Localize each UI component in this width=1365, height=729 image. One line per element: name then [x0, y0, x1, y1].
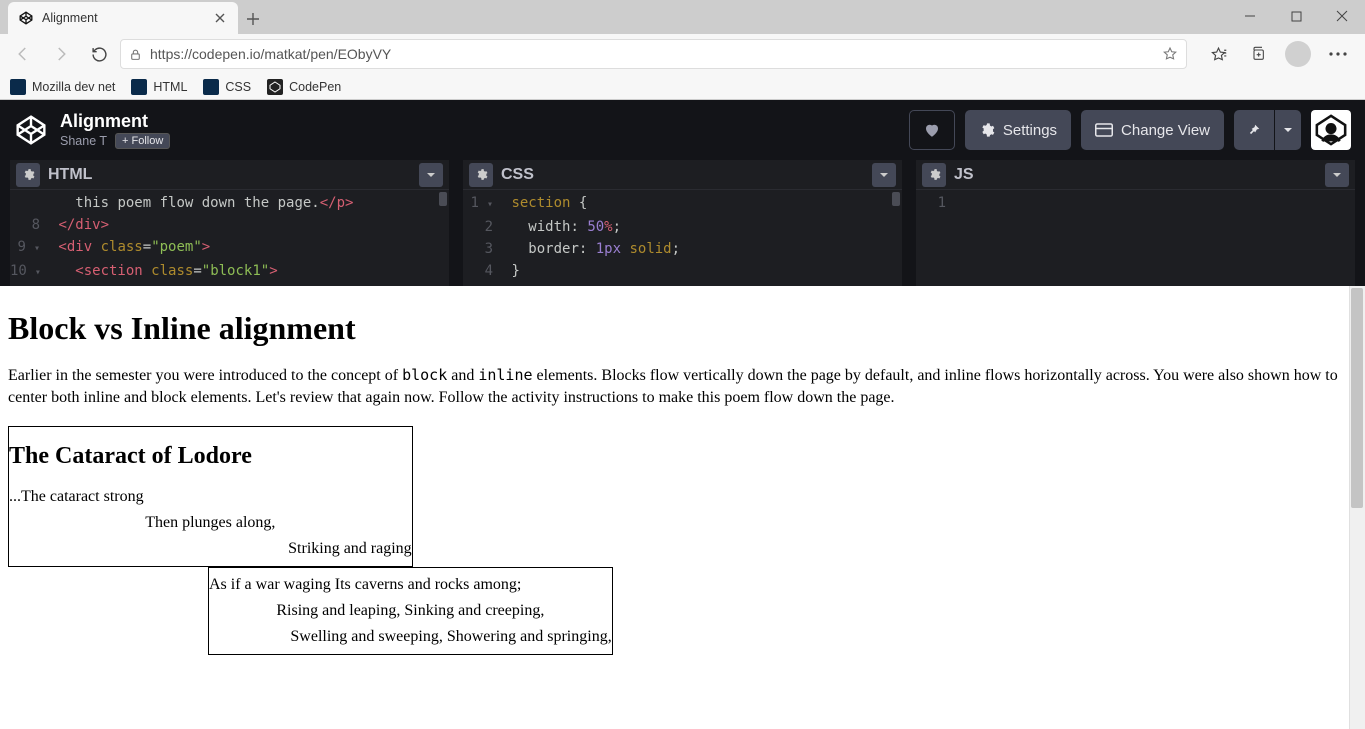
pin-button[interactable] — [1234, 110, 1274, 150]
header-actions: Settings Change View — [909, 110, 1351, 150]
poem-line: Striking and raging — [9, 540, 412, 558]
collections-icon[interactable] — [1239, 38, 1277, 70]
pin-dropdown[interactable] — [1275, 110, 1301, 150]
scrollbar-thumb[interactable] — [1351, 288, 1363, 508]
pane-chevron-icon[interactable] — [419, 163, 443, 187]
codepen-favicon — [267, 79, 283, 95]
pin-splitbutton — [1234, 110, 1301, 150]
html-code[interactable]: this poem flow down the page.</p> 8 </di… — [10, 190, 449, 286]
bookmark-codepen[interactable]: CodePen — [267, 79, 341, 95]
favorite-icon[interactable] — [1162, 46, 1178, 62]
poem-block-2: As if a war waging Its caverns and rocks… — [208, 567, 613, 655]
bookmark-label: CSS — [225, 80, 251, 94]
new-tab-button[interactable] — [238, 4, 268, 34]
preview-body[interactable]: Block vs Inline alignment Earlier in the… — [0, 286, 1365, 729]
bookmark-label: CodePen — [289, 80, 341, 94]
url-text: https://codepen.io/matkat/pen/EObyVY — [150, 46, 1154, 62]
codepen-logo[interactable] — [14, 113, 48, 147]
result-preview: Block vs Inline alignment Earlier in the… — [0, 286, 1365, 729]
bookmark-html[interactable]: HTML — [131, 79, 187, 95]
pane-chevron-icon[interactable] — [872, 163, 896, 187]
pen-author[interactable]: Shane T — [60, 134, 107, 148]
poem-line: Rising and leaping, Sinking and creeping… — [209, 602, 612, 620]
love-button[interactable] — [909, 110, 955, 150]
poem: The Cataract of Lodore ...The cataract s… — [8, 426, 1357, 655]
codepen-header: Alignment Shane T + Follow Settings Chan… — [0, 100, 1365, 160]
window-controls — [1227, 0, 1365, 34]
mdn-favicon — [131, 79, 147, 95]
pane-chevron-icon[interactable] — [1325, 163, 1349, 187]
profile-button[interactable] — [1279, 38, 1317, 70]
settings-label: Settings — [1003, 122, 1057, 139]
minimize-button[interactable] — [1227, 0, 1273, 32]
mdn-favicon — [203, 79, 219, 95]
pane-head-html: HTML — [10, 160, 449, 190]
browser-chrome: Alignment https://codepen.io/matkat/pen/… — [0, 0, 1365, 100]
pane-head-js: JS — [916, 160, 1355, 190]
poem-line: As if a war waging Its caverns and rocks… — [209, 576, 612, 594]
pane-settings-icon[interactable] — [469, 163, 493, 187]
preview-paragraph: Earlier in the semester you were introdu… — [8, 365, 1357, 408]
close-window-button[interactable] — [1319, 0, 1365, 32]
bookmarks-bar: Mozilla dev net HTML CSS CodePen — [0, 74, 1365, 100]
codepen-favicon — [18, 10, 34, 26]
poem-line: Then plunges along, — [9, 514, 412, 532]
forward-button[interactable] — [44, 38, 78, 70]
js-code[interactable]: 1 — [916, 190, 1355, 286]
settings-button[interactable]: Settings — [965, 110, 1071, 150]
pane-head-css: CSS — [463, 160, 902, 190]
lock-icon — [129, 48, 142, 61]
pane-title: CSS — [501, 166, 864, 184]
change-view-button[interactable]: Change View — [1081, 110, 1224, 150]
browser-tab[interactable]: Alignment — [8, 2, 238, 34]
tab-title: Alignment — [42, 11, 204, 25]
preview-heading: Block vs Inline alignment — [8, 310, 1357, 347]
poem-line: Swelling and sweeping, Showering and spr… — [209, 628, 612, 646]
favorites-list-icon[interactable] — [1199, 38, 1237, 70]
bookmark-mozilla[interactable]: Mozilla dev net — [10, 79, 115, 95]
user-avatar[interactable] — [1311, 110, 1351, 150]
more-menu-icon[interactable] — [1319, 38, 1357, 70]
preview-scrollbar[interactable] — [1349, 286, 1365, 729]
maximize-button[interactable] — [1273, 0, 1319, 32]
follow-button[interactable]: + Follow — [115, 133, 170, 149]
change-view-label: Change View — [1121, 122, 1210, 139]
poem-block-1: The Cataract of Lodore ...The cataract s… — [8, 426, 413, 567]
address-bar[interactable]: https://codepen.io/matkat/pen/EObyVY — [120, 39, 1187, 69]
poem-title: The Cataract of Lodore — [9, 427, 412, 480]
mini-scrollbar[interactable] — [439, 192, 447, 206]
toolbar-right — [1191, 38, 1359, 70]
editor-row: HTML this poem flow down the page.</p> 8… — [0, 160, 1365, 286]
pane-settings-icon[interactable] — [922, 163, 946, 187]
codepen-app: Alignment Shane T + Follow Settings Chan… — [0, 100, 1365, 729]
bookmark-label: Mozilla dev net — [32, 80, 115, 94]
pen-title-block: Alignment Shane T + Follow — [60, 111, 897, 149]
mini-scrollbar[interactable] — [892, 192, 900, 206]
css-code[interactable]: 1 ▾ section { 2 width: 50%; 3 border: 1p… — [463, 190, 902, 286]
tab-strip: Alignment — [0, 0, 1365, 34]
mdn-favicon — [10, 79, 26, 95]
css-editor-pane: CSS 1 ▾ section { 2 width: 50%; 3 border… — [463, 160, 902, 286]
browser-toolbar: https://codepen.io/matkat/pen/EObyVY — [0, 34, 1365, 74]
back-button[interactable] — [6, 38, 40, 70]
pen-title: Alignment — [60, 111, 897, 132]
html-editor-pane: HTML this poem flow down the page.</p> 8… — [10, 160, 449, 286]
js-editor-pane: JS 1 — [916, 160, 1355, 286]
pane-title: JS — [954, 166, 1317, 184]
poem-line: ...The cataract strong — [9, 488, 412, 506]
bookmark-css[interactable]: CSS — [203, 79, 251, 95]
pane-settings-icon[interactable] — [16, 163, 40, 187]
close-tab-icon[interactable] — [212, 10, 228, 26]
refresh-button[interactable] — [82, 38, 116, 70]
pane-title: HTML — [48, 166, 411, 184]
bookmark-label: HTML — [153, 80, 187, 94]
